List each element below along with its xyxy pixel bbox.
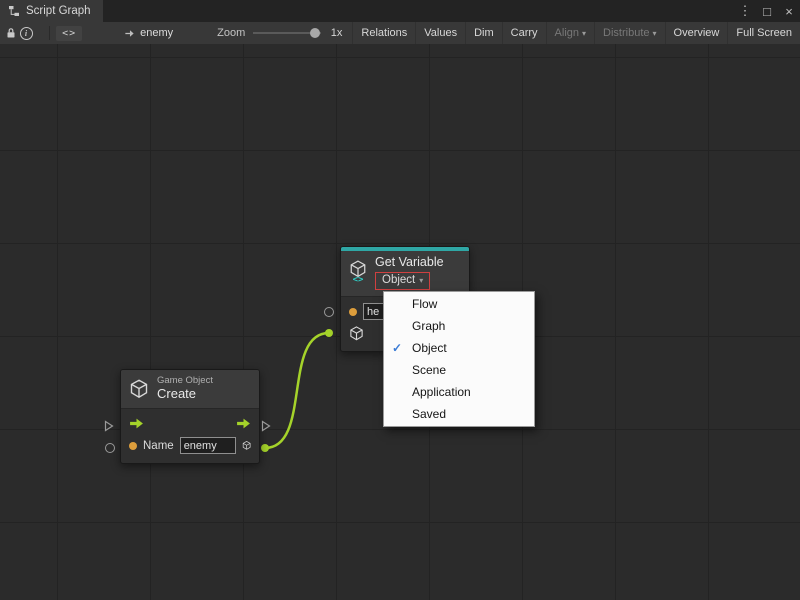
- graph-toolbar: i <> enemy Zoom 1x Relations Values Dim …: [0, 22, 800, 45]
- menu-item-saved[interactable]: ✓ Saved: [384, 403, 534, 425]
- overview-button[interactable]: Overview: [665, 22, 728, 44]
- fullscreen-button[interactable]: Full Screen: [727, 22, 800, 44]
- distribute-button[interactable]: Distribute ▾: [594, 22, 664, 44]
- create-node-title: Create: [157, 387, 213, 402]
- kebab-menu-icon[interactable]: ⋮: [734, 0, 756, 22]
- chevron-down-icon: ▾: [653, 29, 657, 38]
- tab-script-graph[interactable]: Script Graph: [0, 0, 103, 22]
- relations-button[interactable]: Relations: [352, 22, 415, 44]
- maximize-icon[interactable]: □: [756, 0, 778, 22]
- chevron-down-icon: ▾: [419, 276, 423, 285]
- name-port-row: Name: [121, 435, 259, 457]
- name-port-label: Name: [143, 440, 174, 452]
- menu-item-graph[interactable]: ✓ Graph: [384, 315, 534, 337]
- dim-button[interactable]: Dim: [465, 22, 502, 44]
- breadcrumb-graph-name: enemy: [140, 27, 173, 39]
- menu-item-flow[interactable]: ✓ Flow: [384, 293, 534, 315]
- check-icon: ✓: [392, 341, 402, 355]
- flow-input-port[interactable]: [104, 420, 114, 432]
- toolbar-separator: [49, 26, 50, 40]
- name-input-port[interactable]: [105, 443, 115, 453]
- graph-canvas[interactable]: <> Get Variable Object ▾: [0, 44, 800, 600]
- flow-in-arrow-icon[interactable]: [129, 417, 144, 430]
- title-bar: Script Graph ⋮ □ ×: [0, 0, 800, 22]
- info-icon[interactable]: i: [19, 22, 34, 44]
- menu-item-scene[interactable]: ✓ Scene: [384, 359, 534, 381]
- wire-target-port[interactable]: [325, 329, 333, 337]
- edit-code-icon[interactable]: <>: [56, 26, 82, 41]
- wire-source-port[interactable]: [261, 444, 269, 452]
- chevron-down-icon: ▾: [582, 29, 586, 38]
- script-graph-icon: [8, 5, 20, 17]
- variable-scope-dropdown[interactable]: Object ▾: [375, 272, 430, 289]
- connection-wire[interactable]: [265, 333, 329, 448]
- flow-output-port[interactable]: [261, 420, 271, 432]
- string-port-icon[interactable]: [349, 308, 357, 316]
- tab-label: Script Graph: [26, 5, 91, 17]
- gameobject-port-icon[interactable]: [349, 326, 364, 341]
- flow-out-arrow-icon[interactable]: [236, 417, 251, 430]
- zoom-slider-thumb[interactable]: [310, 28, 320, 38]
- zoom-slider[interactable]: [253, 32, 321, 34]
- create-node[interactable]: Game Object Create Name: [120, 369, 260, 464]
- window-controls: ⋮ □ ×: [734, 0, 800, 22]
- create-node-body: Name: [121, 409, 259, 463]
- scope-dropdown-menu: ✓ Flow ✓ Graph ✓ Object ✓ Scene ✓ Applic…: [383, 291, 535, 427]
- zoom-label: Zoom: [217, 27, 245, 39]
- graph-icon: [124, 28, 135, 39]
- gameobject-output-icon[interactable]: [242, 438, 251, 453]
- align-button[interactable]: Align ▾: [546, 22, 594, 44]
- variable-cube-icon: <>: [349, 260, 367, 285]
- menu-item-application[interactable]: ✓ Application: [384, 381, 534, 403]
- close-icon[interactable]: ×: [778, 0, 800, 22]
- code-badge-icon: <>: [353, 276, 364, 285]
- lock-icon[interactable]: [4, 22, 19, 44]
- carry-button[interactable]: Carry: [502, 22, 546, 44]
- script-graph-window: Script Graph ⋮ □ × i <> enemy Zoom: [0, 0, 800, 600]
- string-port-icon[interactable]: [129, 442, 137, 450]
- menu-item-object[interactable]: ✓ Object: [384, 337, 534, 359]
- get-variable-header: <> Get Variable Object ▾: [341, 251, 469, 297]
- flow-ports-row: [121, 413, 259, 435]
- values-button[interactable]: Values: [415, 22, 465, 44]
- breadcrumb[interactable]: enemy: [124, 27, 173, 39]
- name-value-input[interactable]: [180, 437, 236, 454]
- zoom-value: 1x: [331, 27, 343, 39]
- create-node-header: Game Object Create: [121, 370, 259, 409]
- get-variable-title: Get Variable: [375, 255, 444, 269]
- gameobject-cube-icon: [129, 379, 149, 399]
- variable-name-port[interactable]: [324, 307, 334, 317]
